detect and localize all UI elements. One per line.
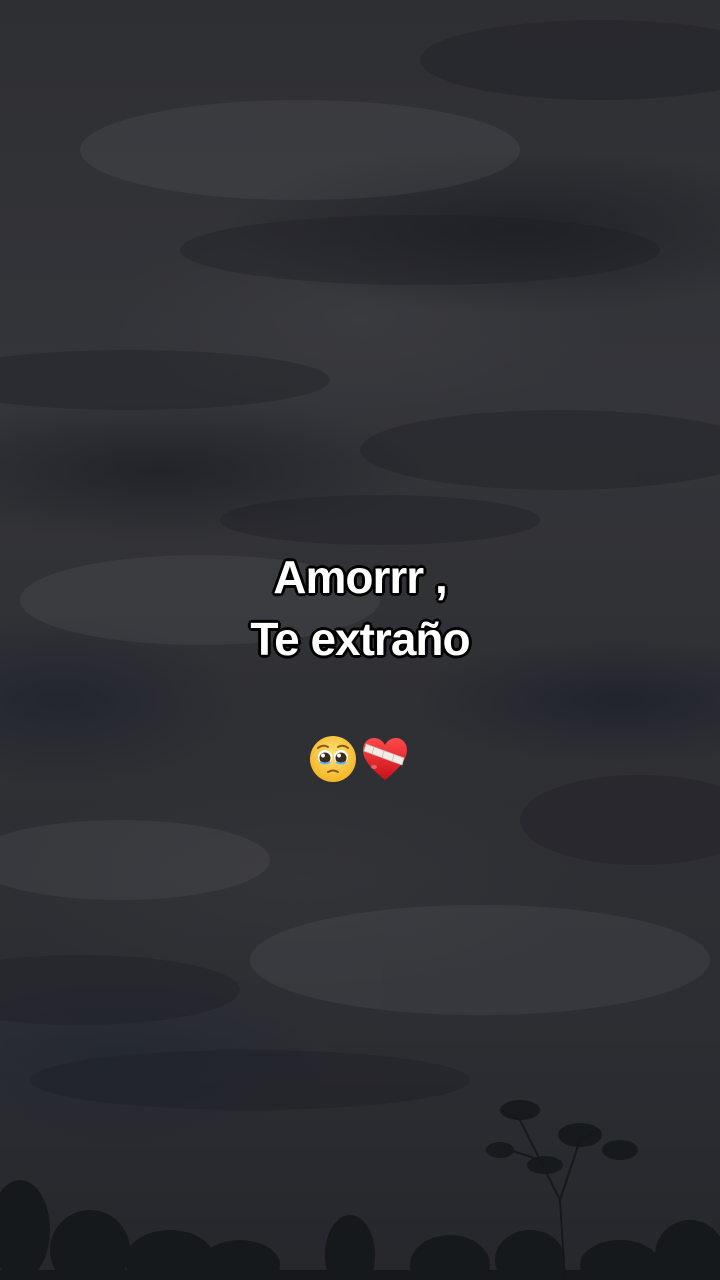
- caption-line-1: Amorrr ,: [273, 551, 447, 603]
- emoji-row: [0, 734, 720, 786]
- caption-line-2: Te extraño: [250, 613, 470, 665]
- mending-heart-icon: [363, 738, 407, 780]
- tree-silhouettes: [0, 1100, 720, 1280]
- pleading-face-icon: [310, 736, 356, 782]
- video-frame: Amorrr , Te extraño: [0, 0, 720, 1280]
